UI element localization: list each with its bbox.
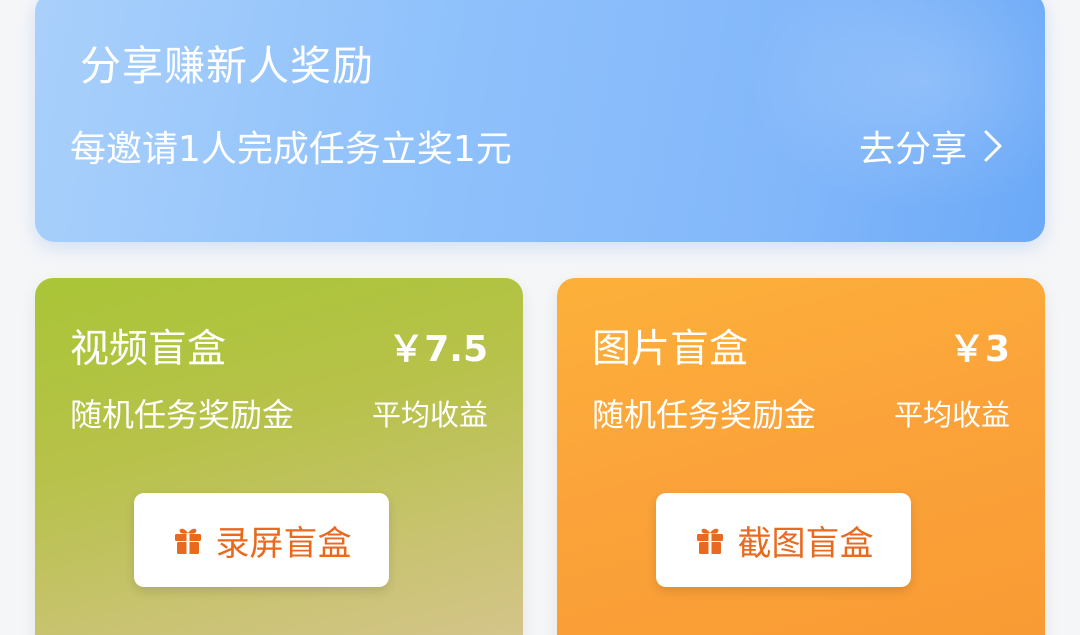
card-metric-label: 平均收益 (893, 398, 1010, 432)
card-metric-label: 平均收益 (371, 398, 488, 432)
page: 分享赚新人奖励 每邀请1人完成任务立奖1元 去分享 视频盲盒 ￥7.5 随机任务… (0, 0, 1080, 635)
chevron-right-icon (979, 128, 1007, 164)
video-blind-box-card: 视频盲盒 ￥7.5 随机任务奖励金 平均收益 录屏盲盒 (35, 278, 523, 635)
share-label: 去分享 (858, 129, 967, 170)
card-price: ￥3 (948, 329, 1010, 370)
invite-title: 分享赚新人奖励 (80, 42, 374, 90)
screen-record-blind-box-button[interactable]: 录屏盲盒 (134, 493, 389, 587)
share-button[interactable]: 去分享 (859, 120, 1007, 172)
card-title: 视频盲盒 (70, 327, 227, 372)
invite-description: 每邀请1人完成任务立奖1元 (70, 129, 512, 170)
card-subtitle: 随机任务奖励金 (592, 396, 817, 434)
gift-icon (694, 524, 726, 556)
invite-banner[interactable]: 分享赚新人奖励 每邀请1人完成任务立奖1元 去分享 (35, 0, 1045, 242)
gift-icon (172, 524, 204, 556)
button-label: 录屏盲盒 (215, 524, 352, 563)
image-blind-box-card: 图片盲盒 ￥3 随机任务奖励金 平均收益 截图盲盒 (557, 278, 1045, 635)
card-title: 图片盲盒 (592, 327, 749, 372)
card-price: ￥7.5 (388, 329, 488, 370)
button-label: 截图盲盒 (737, 524, 874, 563)
card-subtitle: 随机任务奖励金 (70, 396, 295, 434)
screenshot-blind-box-button[interactable]: 截图盲盒 (656, 493, 911, 587)
